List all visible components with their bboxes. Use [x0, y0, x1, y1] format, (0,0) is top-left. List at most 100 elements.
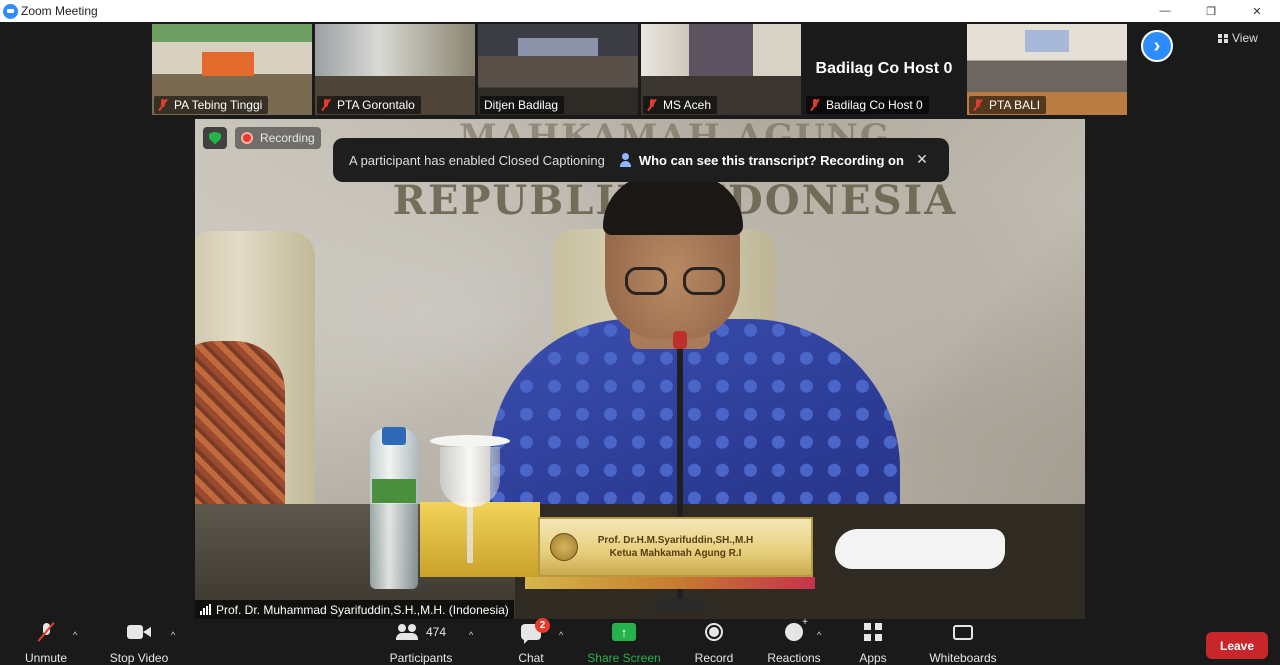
reactions-label: Reactions [767, 651, 821, 665]
drinking-glass [440, 447, 500, 507]
participant-name: PTA Gorontalo [337, 98, 415, 112]
participants-icon [395, 624, 420, 640]
participant-name-tag: Ditjen Badilag [480, 96, 565, 114]
zoom-logo-icon [3, 3, 18, 19]
glasses [625, 267, 725, 297]
maximize-button[interactable]: ❐ [1188, 0, 1234, 22]
close-notification-button[interactable]: ✕ [913, 150, 931, 168]
bottle-label [372, 479, 416, 503]
next-page-button[interactable]: › [1141, 30, 1173, 62]
bottle-cap [382, 427, 406, 445]
speaker-name: Prof. Dr. Muhammad Syarifuddin,S.H.,M.H.… [216, 602, 509, 617]
close-window-button[interactable]: ✕ [1234, 0, 1280, 22]
participant-name-tag: Badilag Co Host 0 [806, 96, 929, 114]
record-label: Record [694, 651, 734, 665]
recording-indicator[interactable]: Recording [235, 127, 321, 149]
mic-muted-icon [321, 99, 331, 111]
audio-options-caret[interactable]: ^ [73, 630, 77, 640]
emblem-icon [550, 533, 578, 561]
nameplate-stripe [525, 577, 815, 589]
participant-thumbnail[interactable]: Ditjen Badilag [478, 24, 638, 115]
stop-video-label: Stop Video [109, 651, 169, 665]
participant-name: PA Tebing Tinggi [174, 98, 263, 112]
chevron-right-icon: › [1153, 34, 1161, 57]
apps-button[interactable]: Apps [855, 620, 891, 665]
participant-thumbnail-strip: PA Tebing Tinggi PTA Gorontalo Ditjen Ba… [0, 24, 1280, 116]
view-button[interactable]: View [1218, 28, 1272, 48]
nameplate-name: Prof. Dr.H.M.Syarifuddin,SH.,M.H [597, 535, 754, 546]
participant-name-tag: PTA Gorontalo [317, 96, 421, 114]
whiteboards-button[interactable]: Whiteboards [923, 620, 1003, 665]
projector-screen [518, 38, 598, 56]
unmute-label: Unmute [24, 651, 68, 665]
speaker-name-tag: Prof. Dr. Muhammad Syarifuddin,S.H.,M.H.… [195, 600, 514, 619]
chat-label: Chat [518, 651, 544, 665]
microphone-muted-icon [40, 623, 52, 641]
projector-screen [1025, 30, 1069, 52]
unmute-button[interactable]: Unmute [22, 620, 70, 665]
window-title: Zoom Meeting [21, 4, 98, 18]
view-label: View [1232, 31, 1258, 45]
participant-thumbnail[interactable]: PA Tebing Tinggi [152, 24, 312, 115]
share-screen-button[interactable]: ↑ Share Screen [587, 620, 661, 665]
microphone-head [673, 331, 687, 349]
participant-name: Badilag Co Host 0 [826, 98, 923, 112]
participants-label: Participants [389, 651, 453, 665]
closed-caption-notification: A participant has enabled Closed Caption… [333, 138, 949, 182]
mic-muted-icon [810, 99, 820, 111]
participant-thumbnail[interactable]: PTA BALI [967, 24, 1127, 115]
share-screen-icon: ↑ [612, 623, 636, 641]
transcript-visibility-link[interactable]: Who can see this transcript? Recording o… [639, 153, 904, 168]
glass-stem [467, 507, 473, 563]
mic-muted-icon [647, 99, 657, 111]
nameplate-title: Ketua Mahkamah Agung R.I [609, 548, 742, 559]
security-shield-icon[interactable] [203, 127, 227, 149]
participants-options-caret[interactable]: ^ [469, 630, 473, 640]
share-screen-label: Share Screen [587, 651, 661, 665]
participant-name-tag: PTA BALI [969, 96, 1047, 114]
record-button[interactable]: Record [690, 620, 738, 665]
shield-check-icon [209, 131, 221, 145]
leave-meeting-button[interactable]: Leave [1206, 632, 1268, 659]
people-icon [619, 153, 633, 167]
grid-view-icon [1218, 33, 1228, 43]
participant-name: Ditjen Badilag [484, 98, 559, 112]
apps-grid-icon [864, 623, 882, 641]
face-mask [835, 529, 1005, 569]
chat-options-caret[interactable]: ^ [559, 630, 563, 640]
recording-dot-icon [241, 132, 253, 144]
participants-button[interactable]: 474 Participants [386, 620, 456, 665]
water-bottle [370, 429, 418, 589]
notification-message: A participant has enabled Closed Caption… [349, 152, 605, 168]
speaker-hair [603, 175, 743, 235]
glass-lid [430, 435, 510, 447]
participant-name: PTA BALI [989, 98, 1041, 112]
participant-name-tag: MS Aceh [643, 96, 718, 114]
microphone-base [655, 599, 705, 611]
participant-thumbnail[interactable]: MS Aceh [641, 24, 801, 115]
smiley-icon [785, 617, 808, 641]
nameplate: Prof. Dr.H.M.Syarifuddin,SH.,M.H Ketua M… [538, 517, 813, 577]
whiteboard-icon [953, 624, 973, 640]
chat-unread-badge: 2 [535, 618, 550, 633]
banner-screen [202, 52, 254, 76]
participant-name-tag: PA Tebing Tinggi [154, 96, 269, 114]
participant-thumbnail[interactable]: PTA Gorontalo [315, 24, 475, 115]
video-options-caret[interactable]: ^ [171, 630, 175, 640]
reactions-options-caret[interactable]: ^ [817, 630, 821, 640]
recording-label: Recording [260, 131, 315, 145]
apps-label: Apps [859, 651, 887, 665]
participants-count: 474 [425, 625, 447, 639]
chat-button[interactable]: 2 Chat [515, 618, 550, 665]
participant-display-name: Badilag Co Host 0 [815, 60, 953, 77]
participant-thumbnail[interactable]: Badilag Co Host 0 Badilag Co Host 0 [804, 24, 964, 115]
minimize-button[interactable]: — [1142, 0, 1188, 22]
active-speaker-video: MAHKAMAH AGUNG REPUBLIK INDONESIA Prof. … [195, 119, 1085, 619]
record-icon [705, 623, 723, 641]
whiteboards-label: Whiteboards [929, 651, 997, 665]
reactions-button[interactable]: Reactions [764, 617, 824, 665]
video-camera-icon [127, 625, 151, 639]
mic-muted-icon [973, 99, 983, 111]
signal-strength-icon [200, 604, 211, 615]
stop-video-button[interactable]: Stop Video [105, 620, 173, 665]
